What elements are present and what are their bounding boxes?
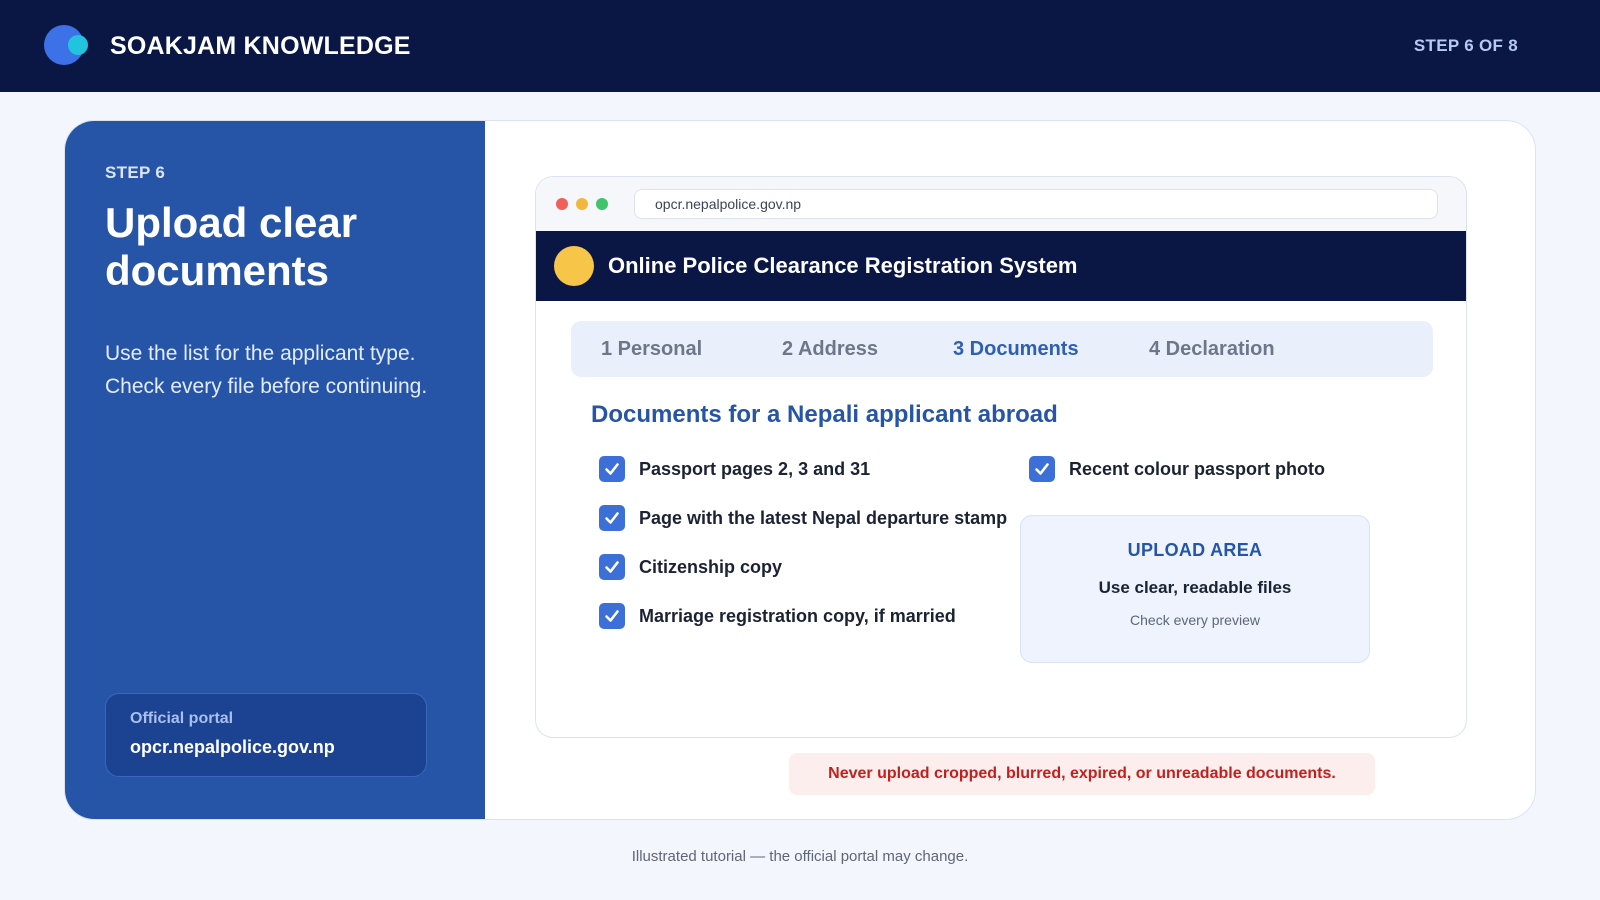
step-tabs: 1 Personal 2 Address 3 Documents 4 Decla… [571,321,1433,377]
tab-personal[interactable]: 1 Personal [601,338,702,361]
site-title: Online Police Clearance Registration Sys… [608,253,1078,278]
official-portal-box[interactable]: Official portal opcr.nepalpolice.gov.np [105,693,427,777]
checklist-label: Marriage registration copy, if married [639,605,956,626]
window-dots-icon [556,198,608,210]
portal-label: Official portal [130,710,234,727]
footnote: Illustrated tutorial — the official port… [631,848,969,865]
warning-banner: Never upload cropped, blurred, expired, … [789,753,1375,795]
step-title: Upload clear documents [105,199,358,294]
checkmark-icon[interactable] [1029,456,1055,482]
site-emblem-icon [554,246,594,286]
top-header: SOAKJAM KNOWLEDGE STEP 6 OF 8 [0,0,1600,92]
browser-toolbar: opcr.nepalpolice.gov.np [536,177,1466,231]
portal-url[interactable]: opcr.nepalpolice.gov.np [130,737,402,758]
minimize-dot-icon[interactable] [576,198,588,210]
section-title: Documents for a Nepali applicant abroad [591,401,1058,428]
brand-logo-icon [44,25,90,67]
checklist-label: Recent colour passport photo [1069,458,1326,479]
close-dot-icon[interactable] [556,198,568,210]
tab-documents[interactable]: 3 Documents [953,338,1079,361]
upload-area-hint: Check every preview [1130,612,1260,628]
checklist-label: Citizenship copy [639,556,783,577]
checkmark-icon[interactable] [599,603,625,629]
step-info-panel: STEP 6 Upload clear documents Use the li… [65,121,485,819]
brand-name: SOAKJAM KNOWLEDGE [110,31,411,60]
step-counter: STEP 6 OF 8 [1413,36,1518,55]
checkmark-icon[interactable] [599,505,625,531]
site-header: Online Police Clearance Registration Sys… [536,231,1466,301]
checklist-label: Page with the latest Nepal departure sta… [639,507,1008,528]
browser-mockup: opcr.nepalpolice.gov.np Online Police Cl… [535,176,1467,738]
checklist-item[interactable]: Citizenship copy [599,554,782,580]
upload-area-title: UPLOAD AREA [1127,540,1263,560]
maximize-dot-icon[interactable] [596,198,608,210]
tab-declaration[interactable]: 4 Declaration [1149,338,1275,361]
tab-address[interactable]: 2 Address [782,338,878,361]
checklist-label: Passport pages 2, 3 and 31 [639,458,871,479]
address-bar[interactable]: opcr.nepalpolice.gov.np [634,189,1438,219]
checklist-item[interactable]: Marriage registration copy, if married [599,603,956,629]
checkmark-icon[interactable] [599,456,625,482]
checklist-item[interactable]: Page with the latest Nepal departure sta… [599,505,1007,531]
step-description: Use the list for the applicant type. Che… [105,342,428,398]
checklist-item[interactable]: Recent colour passport photo [1029,456,1325,482]
upload-area-subtitle: Use clear, readable files [1098,578,1292,597]
upload-area[interactable]: UPLOAD AREA Use clear, readable files Ch… [1020,515,1370,663]
brand[interactable]: SOAKJAM KNOWLEDGE [44,25,411,67]
tutorial-card: STEP 6 Upload clear documents Use the li… [64,120,1536,820]
step-label: STEP 6 [105,163,166,182]
checklist-item[interactable]: Passport pages 2, 3 and 31 [599,456,870,482]
checkmark-icon[interactable] [599,554,625,580]
